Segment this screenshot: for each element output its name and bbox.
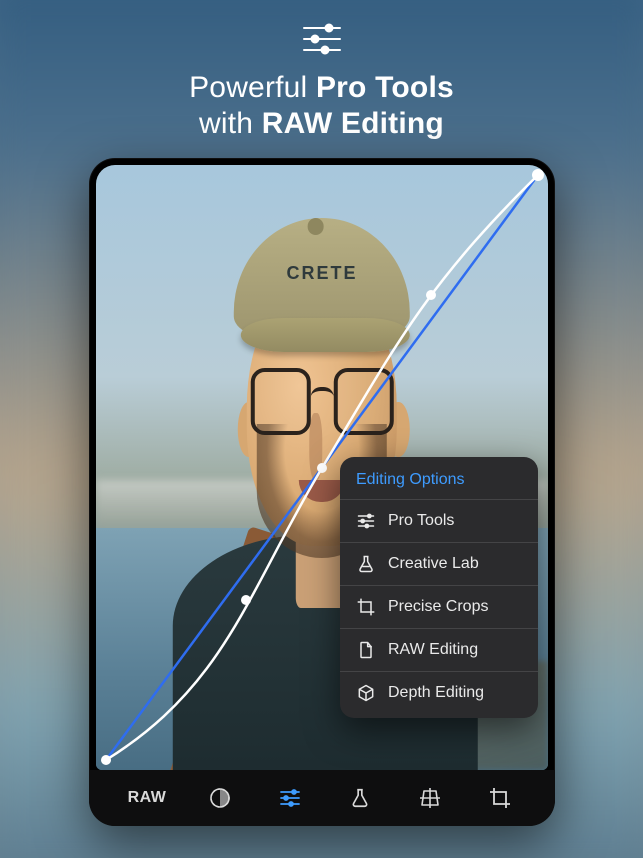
file-icon — [356, 640, 376, 660]
headline-line1-light: Powerful — [189, 71, 307, 104]
menu-item-label: Creative Lab — [388, 555, 479, 573]
toolbar-sliders-button[interactable] — [274, 782, 306, 814]
menu-item-precise-crops[interactable]: Precise Crops — [340, 585, 538, 628]
crop-icon — [488, 786, 512, 810]
headline: Powerful Pro Tools with RAW Editing — [189, 70, 454, 142]
hero: Powerful Pro Tools with RAW Editing — [0, 22, 643, 142]
device-frame: CRETE Editing Options Pro Tools — [89, 158, 555, 826]
toolbar-raw-label: RAW — [128, 789, 167, 807]
exposure-icon — [208, 786, 232, 810]
flask-icon — [356, 554, 376, 574]
menu-item-label: Precise Crops — [388, 598, 488, 616]
toolbar-crop-button[interactable] — [484, 782, 516, 814]
sliders-icon — [278, 786, 302, 810]
sliders-icon — [302, 22, 342, 56]
crop-icon — [356, 597, 376, 617]
photo-canvas[interactable]: CRETE Editing Options Pro Tools — [96, 165, 548, 770]
editing-options-popover: Editing Options Pro Tools Creative Lab — [340, 457, 538, 718]
toolbar-flask-button[interactable] — [344, 782, 376, 814]
toolbar-raw-button[interactable]: RAW — [128, 782, 167, 814]
menu-item-pro-tools[interactable]: Pro Tools — [340, 499, 538, 542]
bottom-toolbar: RAW — [89, 770, 555, 826]
headline-line2-bold: RAW Editing — [262, 107, 444, 140]
toolbar-perspective-button[interactable] — [414, 782, 446, 814]
perspective-icon — [418, 786, 442, 810]
menu-item-depth-editing[interactable]: Depth Editing — [340, 671, 538, 714]
headline-line2-light: with — [199, 107, 253, 140]
flask-icon — [349, 787, 371, 809]
menu-item-raw-editing[interactable]: RAW Editing — [340, 628, 538, 671]
popover-title: Editing Options — [340, 469, 538, 499]
menu-item-label: RAW Editing — [388, 641, 478, 659]
menu-item-label: Depth Editing — [388, 684, 484, 702]
toolbar-exposure-button[interactable] — [204, 782, 236, 814]
headline-line1-bold: Pro Tools — [316, 71, 454, 104]
menu-item-creative-lab[interactable]: Creative Lab — [340, 542, 538, 585]
cube-icon — [356, 683, 376, 703]
menu-item-label: Pro Tools — [388, 512, 454, 530]
sliders-icon — [356, 511, 376, 531]
